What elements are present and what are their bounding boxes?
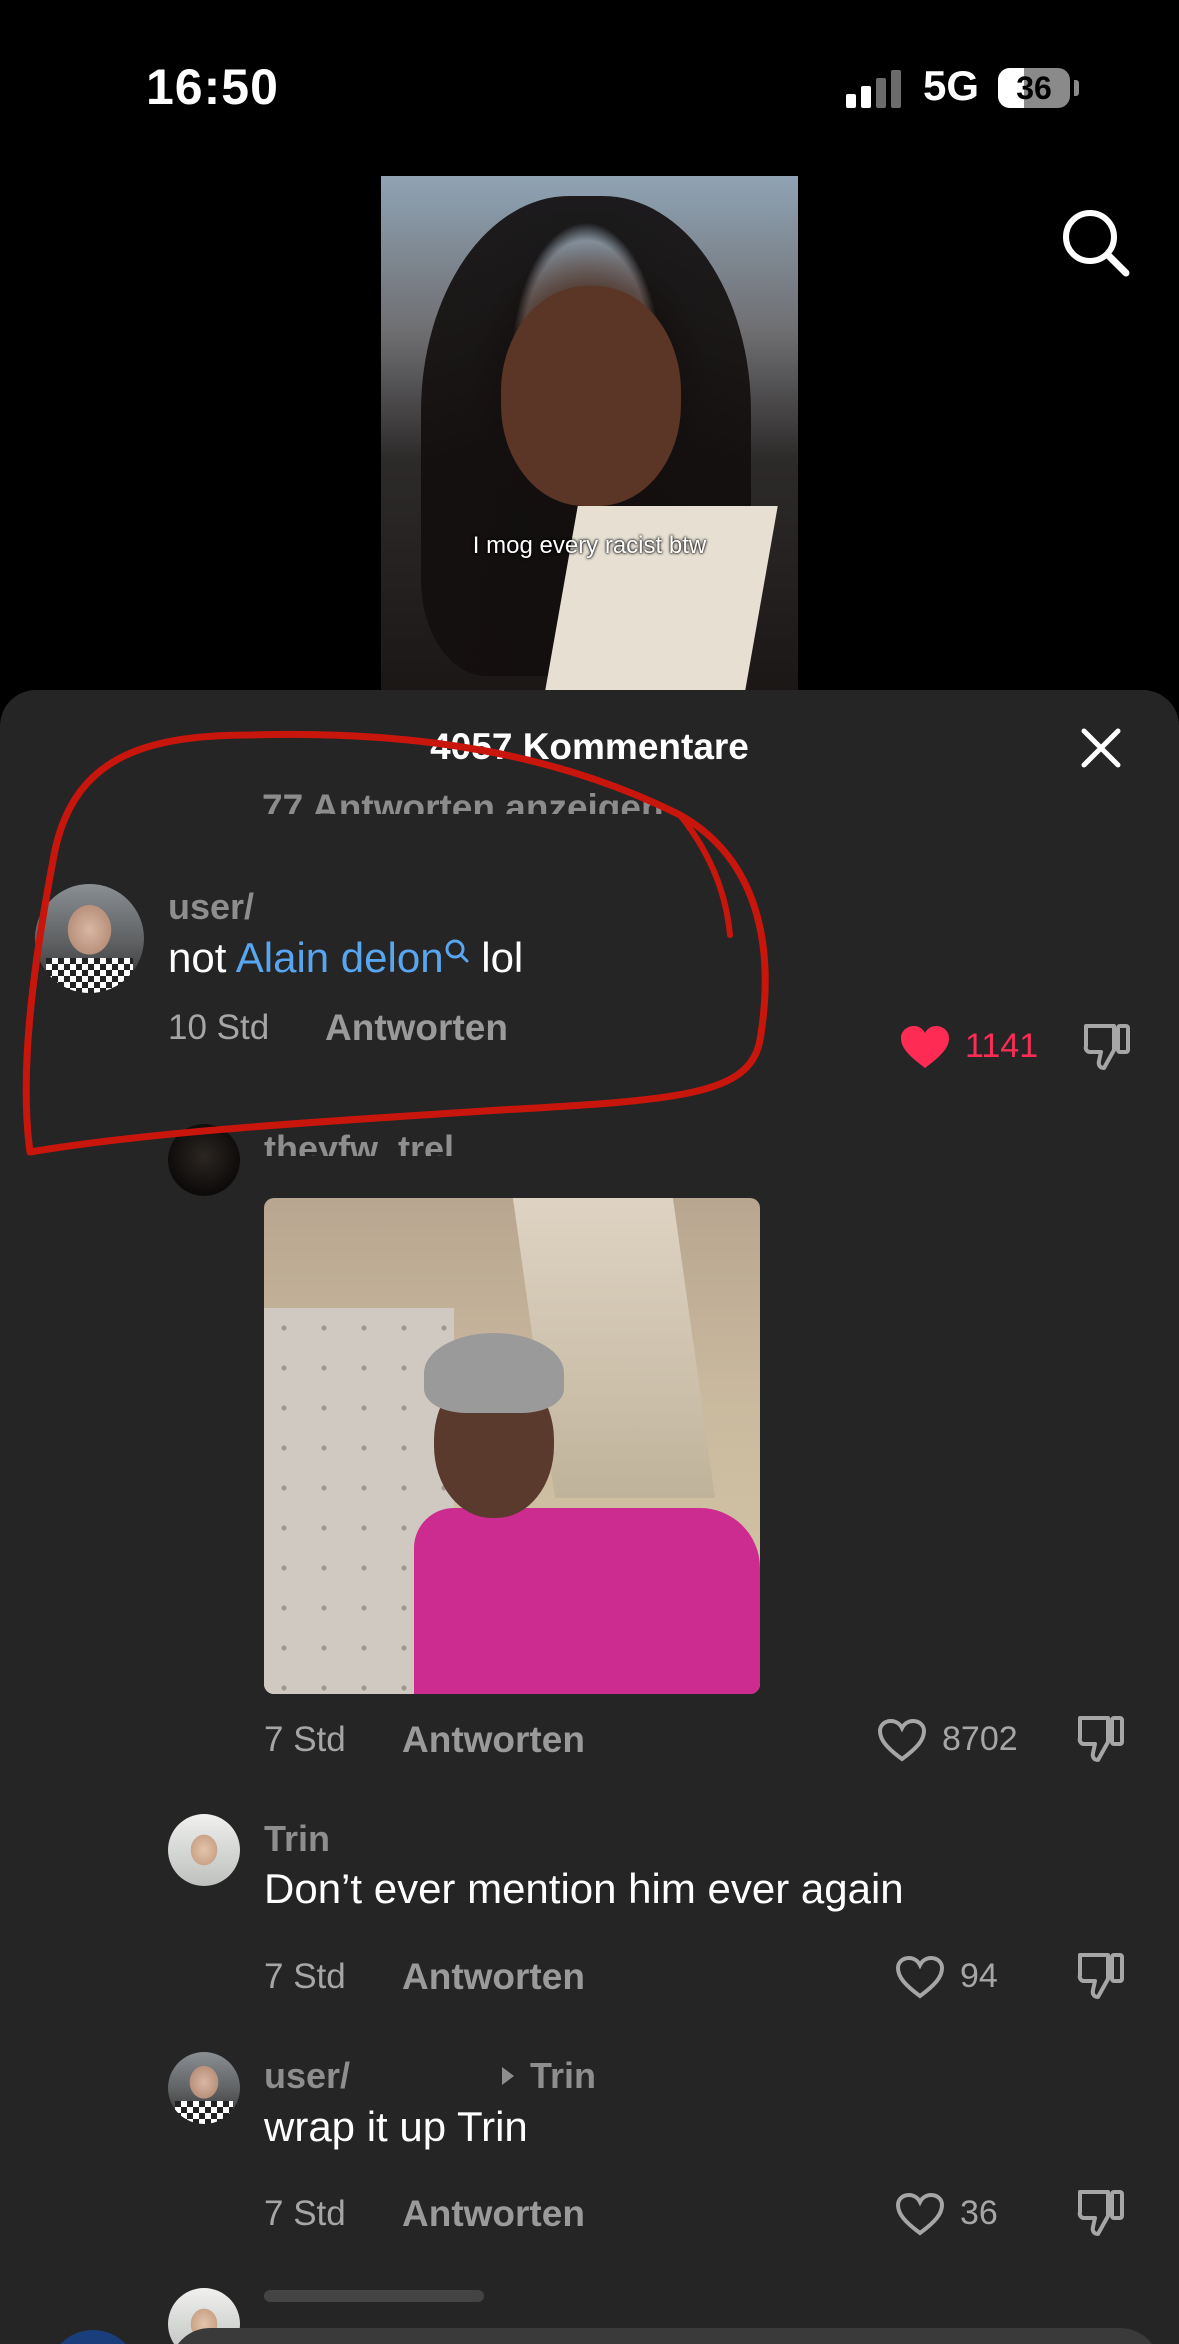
comment-username[interactable]: user/ bbox=[264, 2055, 350, 2097]
avatar[interactable] bbox=[168, 1814, 240, 1886]
comment-time: 10 Std bbox=[168, 1008, 270, 1047]
battery-icon: 36 bbox=[998, 68, 1070, 108]
comment-text: Don’t ever mention him ever again bbox=[264, 1865, 904, 1912]
dislike-icon[interactable] bbox=[1076, 2186, 1126, 2238]
search-icon[interactable] bbox=[1058, 205, 1132, 279]
battery-cap bbox=[1074, 80, 1079, 96]
comment-time: 7 Std bbox=[264, 2194, 346, 2233]
comment-username[interactable]: Trin bbox=[264, 1818, 330, 1860]
video-preview[interactable]: I mog every racist btw bbox=[381, 176, 798, 691]
battery-level: 36 bbox=[1016, 70, 1052, 106]
comment-time: 7 Std bbox=[264, 1720, 346, 1759]
like-count: 36 bbox=[960, 2194, 998, 2232]
image-shirt bbox=[414, 1508, 760, 1694]
reply-to-username[interactable]: Trin bbox=[530, 2055, 596, 2097]
reply-button[interactable]: Antworten bbox=[402, 2193, 585, 2235]
dislike-icon[interactable] bbox=[1076, 1712, 1126, 1764]
comments-sheet: 4057 Kommentare 77 Antworten anzeigen us… bbox=[0, 690, 1179, 2344]
comment-username[interactable]: user/ bbox=[168, 886, 254, 928]
reply-button[interactable]: Antworten bbox=[325, 1007, 508, 1049]
avatar[interactable] bbox=[168, 1124, 240, 1196]
comment-username[interactable]: theyfw_trel bbox=[264, 1128, 454, 1156]
heart-outline-icon[interactable] bbox=[876, 1717, 928, 1763]
reply-button[interactable]: Antworten bbox=[402, 1719, 585, 1761]
comment-image[interactable] bbox=[264, 1198, 760, 1694]
heart-outline-icon[interactable] bbox=[894, 2191, 946, 2237]
mention-link[interactable]: Alain delon bbox=[236, 934, 444, 981]
like-count: 1141 bbox=[965, 1027, 1039, 1065]
avatar[interactable] bbox=[168, 2052, 240, 2124]
comment-text: wrap it up Trin bbox=[264, 2103, 528, 2150]
dislike-icon[interactable] bbox=[1082, 1020, 1132, 1072]
mention-search-icon[interactable] bbox=[444, 938, 470, 964]
image-hair bbox=[424, 1333, 564, 1413]
like-count: 94 bbox=[960, 1957, 998, 1995]
comment-input[interactable] bbox=[170, 2328, 1160, 2344]
network-type: 5G bbox=[923, 62, 980, 109]
show-replies-button[interactable]: 77 Antworten anzeigen bbox=[262, 786, 664, 814]
reply-arrow-icon bbox=[502, 2067, 514, 2085]
dislike-icon[interactable] bbox=[1076, 1949, 1126, 2001]
status-time: 16:50 bbox=[146, 59, 279, 115]
reply-button[interactable]: Antworten bbox=[402, 1956, 585, 1998]
heart-outline-icon[interactable] bbox=[894, 1954, 946, 2000]
comment-time: 7 Std bbox=[264, 1957, 346, 1996]
close-icon[interactable] bbox=[1078, 725, 1124, 771]
my-avatar[interactable] bbox=[48, 2330, 138, 2344]
heart-filled-icon[interactable] bbox=[899, 1024, 951, 1070]
video-caption: I mog every racist btw bbox=[472, 532, 707, 559]
like-count: 8702 bbox=[942, 1720, 1018, 1758]
next-comment-username bbox=[264, 2290, 484, 2302]
comment-text-suffix: lol bbox=[469, 934, 524, 981]
comment-text: not Alain delon lol bbox=[168, 934, 523, 982]
signal-icon bbox=[846, 70, 901, 108]
comment-text-prefix: not bbox=[168, 934, 236, 981]
comments-title: 4057 Kommentare bbox=[430, 726, 749, 767]
video-face bbox=[501, 286, 681, 506]
avatar[interactable] bbox=[35, 884, 144, 993]
